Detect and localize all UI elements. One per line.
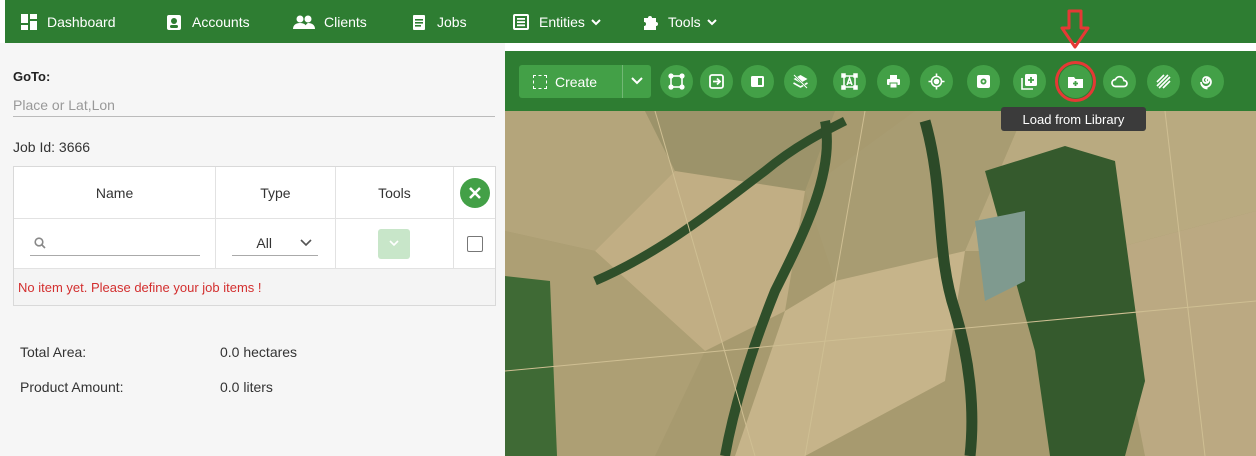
job-id: Job Id: 3666 [13, 139, 91, 155]
clear-cell [454, 167, 495, 218]
nav-accounts[interactable]: Accounts [165, 0, 250, 43]
cloud-icon [1111, 75, 1128, 88]
layer-panel-button[interactable] [741, 65, 774, 98]
chevron-down-icon [706, 18, 717, 25]
clear-button[interactable] [459, 177, 490, 208]
total-area-value: 0.0 hectares [220, 344, 298, 360]
users-icon [293, 15, 315, 29]
select-all-cell [454, 219, 495, 268]
job-items-table: Name Type Tools All No item yet. Please … [13, 166, 496, 306]
chevron-down-icon [300, 239, 312, 247]
product-amount-label: Product Amount: [20, 379, 124, 395]
locate-button[interactable] [920, 65, 953, 98]
nav-clients-label: Clients [324, 13, 367, 30]
layers-off-icon [793, 74, 808, 89]
clipboard-icon [413, 14, 425, 30]
map-view[interactable]: Create Load from Library [505, 51, 1256, 456]
nav-entities-label: Entities [539, 13, 585, 30]
nav-jobs-label: Jobs [437, 13, 467, 30]
column-header-name[interactable]: Name [14, 167, 217, 218]
table-filter-row: All [14, 219, 495, 269]
hatch-button[interactable] [1147, 65, 1180, 98]
tools-filter-cell [336, 219, 455, 268]
product-amount-value: 0.0 liters [220, 379, 273, 395]
print-icon [887, 75, 900, 89]
spiral-button[interactable] [1191, 65, 1224, 98]
goto-input[interactable] [13, 93, 495, 117]
type-filter-select[interactable]: All [232, 232, 319, 256]
create-button[interactable]: Create [519, 65, 651, 98]
close-icon [468, 186, 481, 199]
nav-tools[interactable]: Tools [641, 0, 726, 43]
select-shape-button[interactable] [660, 65, 693, 98]
import-button[interactable] [700, 65, 733, 98]
chevron-down-icon [591, 18, 601, 25]
text-area-icon [841, 73, 858, 90]
nav-jobs[interactable]: Jobs [410, 0, 467, 43]
list-icon [513, 13, 529, 30]
import-icon [709, 74, 724, 89]
column-header-tools: Tools [336, 167, 455, 218]
add-box-button[interactable] [1013, 65, 1046, 98]
empty-items-message: No item yet. Please define your job item… [14, 269, 495, 305]
select-shape-icon [668, 73, 685, 90]
map-toolbar: Create [505, 51, 1256, 111]
dashed-select-icon [533, 74, 547, 89]
name-search-input[interactable] [51, 235, 192, 251]
table-header-row: Name Type Tools [14, 167, 495, 219]
hatch-icon [1156, 74, 1171, 89]
chevron-down-icon [631, 77, 643, 85]
account-badge-icon [167, 14, 181, 30]
create-label: Create [555, 73, 598, 90]
chevron-down-icon [389, 240, 399, 247]
job-panel: GoTo: Job Id: 3666 Name Type Tools [0, 43, 505, 456]
select-all-checkbox[interactable] [466, 235, 483, 252]
nav-tools-label: Tools [668, 13, 701, 30]
text-area-button[interactable] [833, 65, 866, 98]
type-filter-cell: All [216, 219, 336, 268]
dashboard-icon [21, 13, 37, 30]
name-filter-cell [14, 219, 217, 268]
layers-off-button[interactable] [784, 65, 817, 98]
annotation-arrow-icon [1060, 9, 1090, 49]
nav-clients[interactable]: Clients [293, 0, 367, 43]
settings-box-button[interactable] [967, 65, 1000, 98]
nav-accounts-label: Accounts [192, 13, 250, 30]
layer-panel-icon [751, 76, 764, 87]
tools-dropdown-button[interactable] [378, 228, 411, 259]
load-from-library-tooltip: Load from Library [1001, 107, 1146, 131]
add-box-icon [1021, 74, 1037, 90]
total-area-label: Total Area: [20, 344, 87, 360]
locate-icon [928, 73, 945, 90]
column-header-type[interactable]: Type [216, 167, 336, 218]
type-filter-value: All [256, 235, 272, 251]
nav-entities[interactable]: Entities [512, 0, 610, 43]
create-separator [622, 65, 623, 98]
highlight-ring [1055, 61, 1096, 102]
cloud-button[interactable] [1103, 65, 1136, 98]
print-button[interactable] [877, 65, 910, 98]
settings-box-icon [977, 75, 990, 88]
goto-label: GoTo: [13, 69, 51, 84]
spiral-icon [1200, 76, 1212, 90]
puzzle-icon [644, 15, 658, 30]
search-icon [33, 237, 46, 249]
name-search-field[interactable] [29, 232, 200, 256]
nav-dashboard-label: Dashboard [47, 13, 116, 30]
nav-dashboard[interactable]: Dashboard [20, 0, 116, 43]
